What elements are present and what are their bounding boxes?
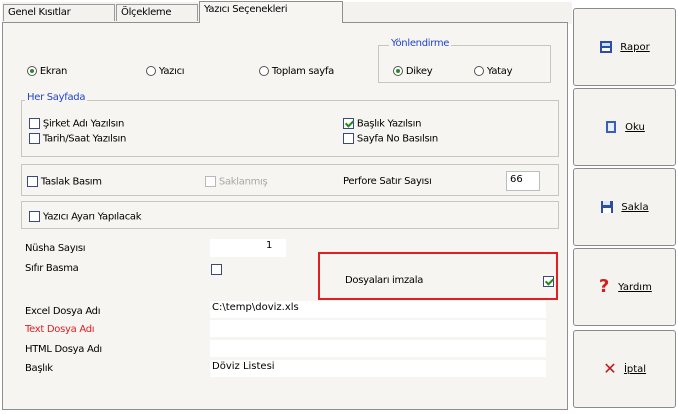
checkbox-sayfa-no-box[interactable] [343, 133, 354, 144]
radio-yatay[interactable]: Yatay [474, 66, 513, 77]
checkbox-tarih-label: Tarih/Saat Yazılsın [42, 133, 127, 145]
her-sayfada-title: Her Sayfada [25, 92, 88, 103]
perfore-input[interactable]: 66 [506, 171, 540, 191]
dosyalari-imzala-checkbox[interactable] [543, 276, 555, 287]
radio-yazici[interactable]: Yazıcı [146, 66, 185, 77]
checkbox-sirket-label: Şirket Adı Yazılsın [42, 118, 125, 130]
iptal-label: İptal [623, 363, 647, 375]
text-dosya-input[interactable] [210, 320, 546, 337]
radio-yazici-icon[interactable] [146, 66, 156, 76]
read-icon [606, 121, 617, 133]
radio-dikey[interactable]: Dikey [393, 66, 433, 77]
sakla-label: Sakla [621, 201, 649, 213]
radio-yatay-label: Yatay [486, 66, 513, 77]
radio-dikey-label: Dikey [405, 66, 433, 77]
checkbox-sayfa-no[interactable]: Sayfa No Basılsın [343, 133, 438, 145]
yardim-label: Yardım [618, 281, 652, 293]
text-dosya-label: Text Dosya Adı [25, 324, 95, 335]
html-dosya-label: HTML Dosya Adı [25, 344, 102, 355]
radio-toplam-label: Toplam sayfa [271, 66, 334, 77]
radio-toplam-sayfa[interactable]: Toplam sayfa [259, 66, 334, 77]
checkbox-saklanmis: Saklanmış [205, 176, 268, 188]
html-dosya-input[interactable] [210, 340, 546, 357]
checkbox-saklanmis-box [205, 176, 216, 187]
checkbox-tarih[interactable]: Tarih/Saat Yazılsın [29, 133, 126, 145]
checkbox-sayfa-no-label: Sayfa No Basılsın [356, 133, 438, 145]
checkbox-sirket-box[interactable] [29, 118, 40, 129]
checkbox-sirket[interactable]: Şirket Adı Yazılsın [29, 118, 124, 130]
close-icon: ✕ [603, 359, 617, 378]
checkbox-baslik-label: Başlık Yazılsın [356, 118, 422, 130]
checkbox-baslik[interactable]: Başlık Yazılsın [343, 118, 421, 130]
yardim-button[interactable]: ? Yardım [573, 248, 676, 326]
iptal-button[interactable]: ✕ İptal [573, 330, 676, 408]
checkbox-tarih-box[interactable] [29, 133, 40, 144]
perfore-label: Perfore Satır Sayısı [343, 176, 432, 187]
orientation-title: Yönlendirme [389, 38, 452, 49]
checkbox-yazici-ayari-box[interactable] [29, 211, 40, 222]
nusha-input[interactable]: 1 [210, 239, 286, 257]
report-icon [600, 41, 613, 53]
rapor-label: Rapor [620, 41, 650, 53]
radio-dikey-icon[interactable] [393, 66, 403, 76]
save-icon [601, 201, 614, 213]
radio-toplam-icon[interactable] [259, 66, 269, 76]
help-icon: ? [598, 276, 610, 297]
nusha-label: Nüsha Sayısı [25, 243, 86, 254]
radio-yazici-label: Yazıcı [158, 66, 185, 77]
radio-ekran-label: Ekran [39, 66, 68, 77]
excel-input[interactable]: C:\temp\doviz.xls [210, 301, 546, 318]
tab-olcekleme[interactable]: Ölçekleme [116, 4, 198, 21]
excel-label: Excel Dosya Adı [25, 306, 101, 317]
sakla-button[interactable]: Sakla [573, 168, 676, 246]
checkbox-taslak-label: Taslak Basım [40, 176, 102, 188]
radio-ekran[interactable]: Ekran [27, 66, 67, 77]
checkbox-baslik-box[interactable] [343, 118, 354, 129]
checkbox-taslak-box[interactable] [27, 176, 38, 187]
radio-ekran-icon[interactable] [27, 66, 37, 76]
sifir-basma-checkbox[interactable] [211, 264, 222, 275]
dosyalari-imzala-label: Dosyaları imzala [345, 275, 424, 286]
checkbox-taslak[interactable]: Taslak Basım [27, 176, 102, 188]
orientation-group [378, 45, 551, 83]
rapor-button[interactable]: Rapor [573, 8, 676, 86]
checkbox-saklanmis-label: Saklanmış [218, 176, 268, 188]
checkbox-yazici-ayari[interactable]: Yazıcı Ayarı Yapılacak [29, 211, 142, 223]
radio-yatay-icon[interactable] [474, 66, 484, 76]
tab-genel-kisitlar[interactable]: Genel Kısıtlar [3, 4, 115, 21]
oku-label: Oku [625, 121, 645, 133]
tab-yazici-secenekleri[interactable]: Yazıcı Seçenekleri [199, 1, 343, 23]
oku-button[interactable]: Oku [573, 88, 676, 166]
sifir-basma-label: Sıfır Basma [25, 263, 79, 274]
baslik-input[interactable]: Döviz Listesi [210, 360, 546, 377]
baslik-label: Başlık [25, 363, 53, 374]
checkbox-yazici-ayari-label: Yazıcı Ayarı Yapılacak [42, 211, 142, 223]
